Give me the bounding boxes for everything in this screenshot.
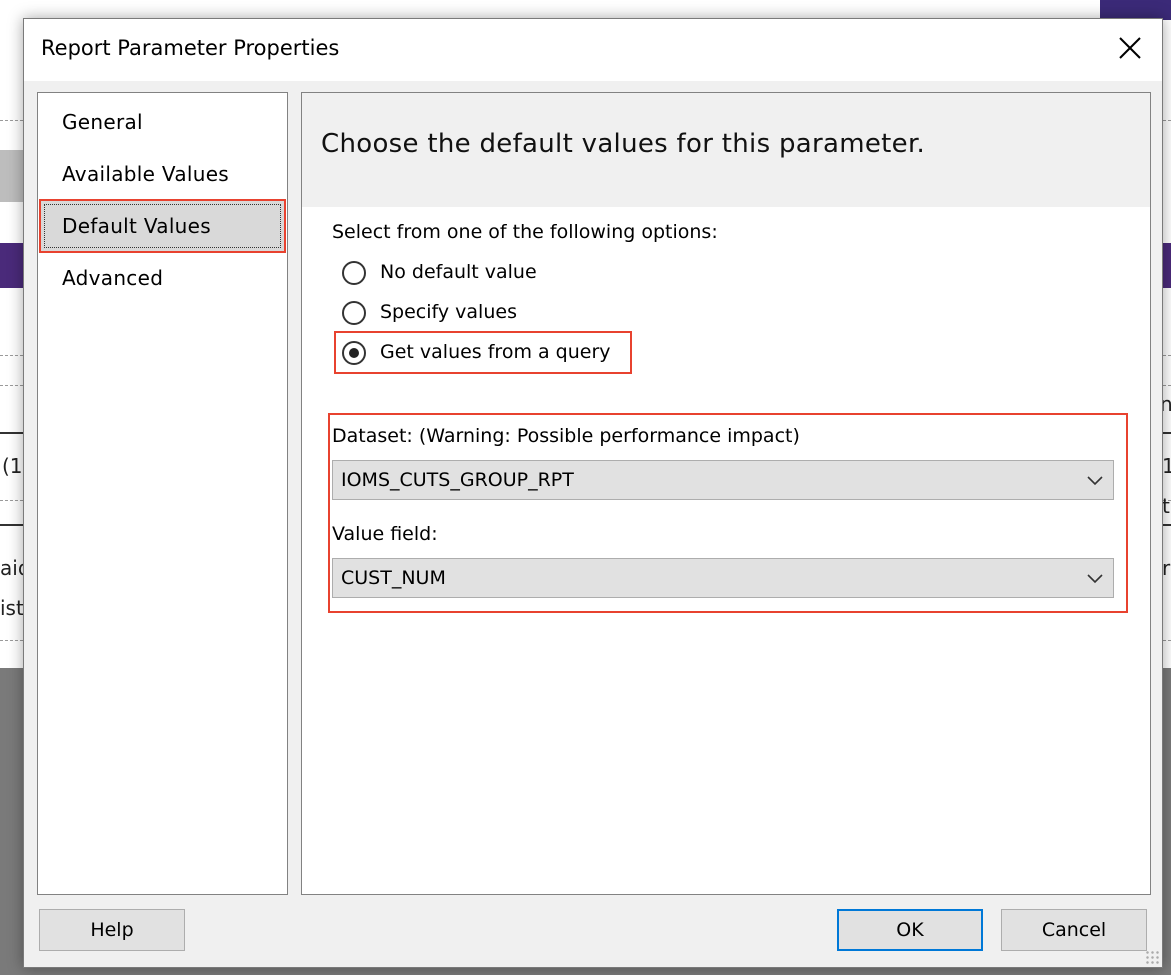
dataset-dropdown[interactable]: IOMS_CUTS_GROUP_RPT xyxy=(332,460,1114,500)
background-text: t xyxy=(1162,494,1170,518)
background-text: r xyxy=(1162,556,1171,580)
nav-item-label: Available Values xyxy=(62,162,230,186)
chevron-down-icon xyxy=(1087,574,1103,584)
dataset-value: IOMS_CUTS_GROUP_RPT xyxy=(341,469,574,491)
nav-item-default-values[interactable]: Default Values xyxy=(39,199,286,253)
nav-item-general[interactable]: General xyxy=(41,97,284,147)
background-text: 1 xyxy=(1162,454,1171,478)
value-field-dropdown[interactable]: CUST_NUM xyxy=(332,558,1114,598)
radio-label: Specify values xyxy=(380,301,517,323)
nav-item-available-values[interactable]: Available Values xyxy=(41,149,284,199)
panel-heading: Choose the default values for this param… xyxy=(321,129,926,159)
cancel-button[interactable]: Cancel xyxy=(1001,909,1147,951)
background-text: (1 xyxy=(2,454,23,478)
radio-button-selected[interactable] xyxy=(342,341,366,365)
resize-grip[interactable] xyxy=(1145,950,1159,964)
chevron-down-icon xyxy=(1087,476,1103,486)
background-text: ist xyxy=(0,596,24,620)
panel-header: Choose the default values for this param… xyxy=(302,93,1150,207)
options-prompt: Select from one of the following options… xyxy=(332,221,718,243)
nav-item-label: General xyxy=(62,110,143,134)
radio-label: No default value xyxy=(380,261,537,283)
title-bar: Report Parameter Properties xyxy=(24,19,1162,81)
dataset-label: Dataset: (Warning: Possible performance … xyxy=(332,425,800,447)
close-button[interactable] xyxy=(1116,33,1144,63)
default-values-panel: Choose the default values for this param… xyxy=(301,92,1151,895)
radio-label: Get values from a query xyxy=(380,341,611,363)
value-field-value: CUST_NUM xyxy=(341,567,446,589)
nav-item-advanced[interactable]: Advanced xyxy=(41,253,284,303)
ok-button[interactable]: OK xyxy=(837,909,983,951)
value-field-label: Value field: xyxy=(332,523,438,545)
dialog-title: Report Parameter Properties xyxy=(41,36,340,60)
nav-item-label: Advanced xyxy=(62,266,164,290)
background-accent xyxy=(1100,0,1171,20)
focus-rectangle xyxy=(44,204,281,248)
radio-button[interactable] xyxy=(342,301,366,325)
page-navigation: General Available Values Default Values … xyxy=(37,92,288,895)
help-button[interactable]: Help xyxy=(39,909,185,951)
radio-button[interactable] xyxy=(342,261,366,285)
report-parameter-properties-dialog: Report Parameter Properties General Avai… xyxy=(23,18,1163,968)
close-icon xyxy=(1119,37,1141,59)
